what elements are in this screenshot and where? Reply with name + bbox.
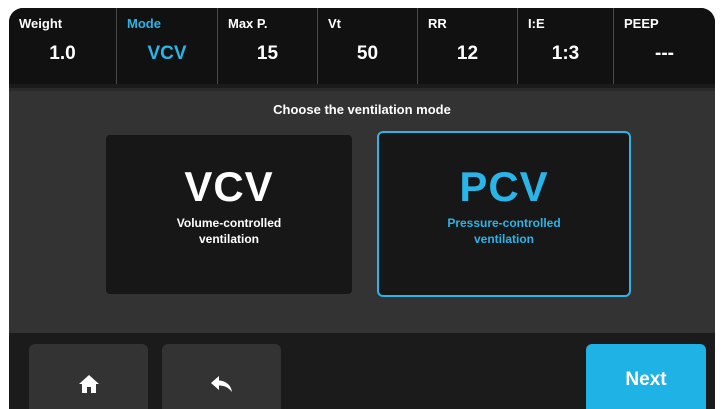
- bottom-nav-bar: Next: [9, 333, 715, 409]
- param-tidal-volume[interactable]: Vt 50: [317, 8, 417, 84]
- param-value: 15: [256, 43, 279, 64]
- ventilator-screen: Weight 1.0 Mode VCV Max P. 15 Vt 50 RR 1…: [9, 8, 715, 409]
- mode-description: Volume-controlled ventilation: [176, 216, 282, 246]
- param-respiratory-rate[interactable]: RR 12: [417, 8, 517, 84]
- param-value: 1:3: [551, 43, 580, 64]
- param-label: Mode: [127, 16, 161, 31]
- mode-description: Pressure-controlled ventilation: [447, 216, 561, 246]
- parameter-bar: Weight 1.0 Mode VCV Max P. 15 Vt 50 RR 1…: [9, 8, 715, 84]
- param-weight[interactable]: Weight 1.0: [9, 8, 116, 84]
- param-max-pressure[interactable]: Max P. 15: [217, 8, 317, 84]
- mode-name: PCV: [459, 163, 549, 210]
- pcv-mode-option[interactable]: PCV Pressure-controlled ventilation: [377, 131, 631, 297]
- home-icon: [78, 374, 99, 393]
- back-arrow-icon: [210, 375, 232, 392]
- mode-prompt: Choose the ventilation mode: [273, 102, 451, 117]
- param-label: Weight: [19, 16, 63, 31]
- back-button[interactable]: [162, 344, 281, 409]
- param-label: RR: [428, 16, 447, 31]
- param-value: 12: [456, 43, 479, 64]
- mode-name: VCV: [184, 163, 274, 210]
- home-button[interactable]: [29, 344, 148, 409]
- param-label: Max P.: [228, 16, 268, 31]
- param-label: Vt: [328, 16, 341, 31]
- param-label: PEEP: [624, 16, 659, 31]
- mode-selection-panel: Choose the ventilation mode VCV Volume-c…: [9, 88, 715, 333]
- param-mode[interactable]: Mode VCV: [116, 8, 217, 84]
- next-button[interactable]: Next: [586, 344, 706, 409]
- vcv-mode-option[interactable]: VCV Volume-controlled ventilation: [106, 135, 352, 294]
- param-value: VCV: [147, 43, 187, 64]
- param-value: 1.0: [49, 43, 76, 64]
- param-value: ---: [655, 43, 674, 64]
- param-label: I:E: [528, 16, 545, 31]
- param-value: 50: [356, 43, 379, 64]
- param-peep[interactable]: PEEP ---: [613, 8, 715, 84]
- param-ie-ratio[interactable]: I:E 1:3: [517, 8, 613, 84]
